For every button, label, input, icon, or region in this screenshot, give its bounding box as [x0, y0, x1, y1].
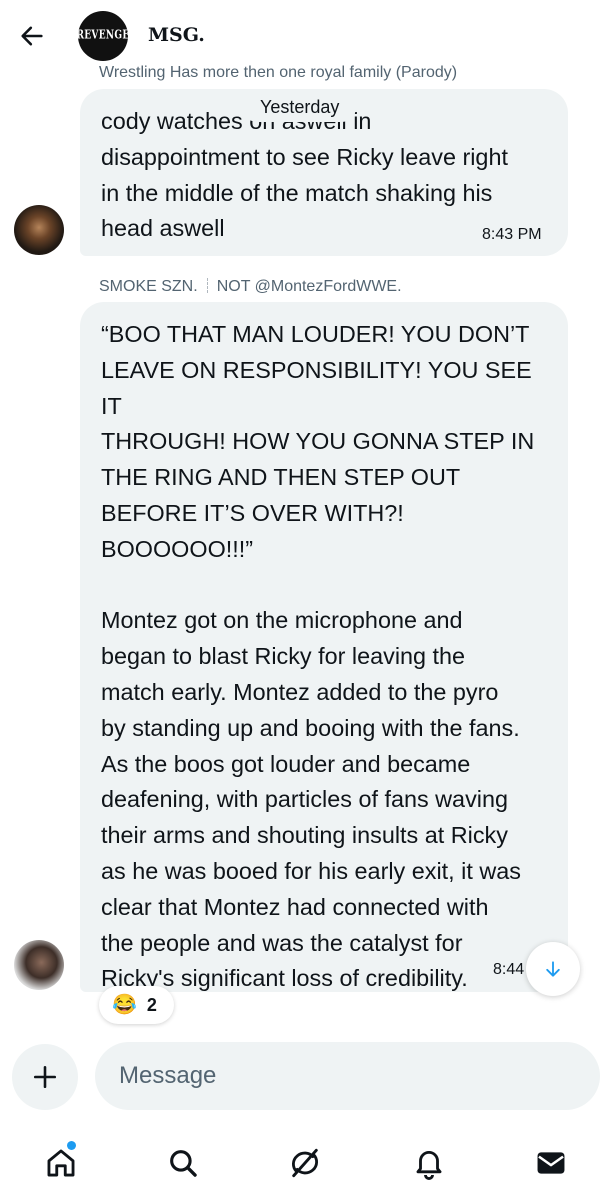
sender-display-name: SMOKE SZN.: [99, 278, 198, 295]
nav-messages[interactable]: [527, 1139, 575, 1187]
search-icon: [170, 1150, 197, 1177]
sender-separator: [206, 278, 208, 293]
message-sender[interactable]: Wrestling Has more then one royal family…: [99, 64, 457, 82]
group-avatar-logo: REVENGE: [78, 29, 128, 43]
bottom-navigation: [0, 1125, 613, 1199]
message-sender[interactable]: SMOKE SZN. NOT @MontezFordWWE.: [99, 278, 402, 296]
group-avatar[interactable]: REVENGE: [78, 11, 128, 61]
laughing-emoji-icon: 😂: [112, 994, 137, 1016]
add-media-button[interactable]: [12, 1044, 78, 1110]
message-timestamp: 8:44: [493, 961, 525, 978]
reaction-count: 2: [146, 994, 157, 1015]
nav-home[interactable]: [37, 1139, 85, 1187]
conversation-header: REVENGE MSG.: [0, 0, 613, 70]
notification-dot: [67, 1141, 76, 1150]
arrow-down-icon: [546, 961, 560, 977]
message-timestamp: 8:43 PM: [482, 226, 542, 243]
grok-icon: [291, 1148, 319, 1178]
nav-search[interactable]: [159, 1139, 207, 1187]
message-text: “BOO THAT MAN LOUDER! YOU DON’T LEAVE ON…: [101, 321, 535, 992]
home-icon: [47, 1149, 75, 1177]
arrow-left-icon: [21, 26, 43, 46]
scroll-to-bottom-button[interactable]: [526, 942, 580, 996]
message-bubble[interactable]: “BOO THAT MAN LOUDER! YOU DON’T LEAVE ON…: [80, 302, 568, 992]
plus-icon: [33, 1065, 57, 1089]
date-separator: Yesterday: [243, 93, 357, 122]
message-input[interactable]: [95, 1042, 600, 1110]
mail-icon: [537, 1152, 565, 1174]
sender-display-handle: NOT @MontezFordWWE.: [216, 278, 402, 295]
group-name[interactable]: MSG.: [148, 24, 205, 46]
sender-avatar[interactable]: [14, 940, 64, 990]
nav-grok[interactable]: [281, 1139, 329, 1187]
nav-notifications[interactable]: [405, 1139, 453, 1187]
reaction-pill[interactable]: 😂 2: [99, 986, 174, 1024]
back-button[interactable]: [14, 18, 50, 54]
sender-avatar[interactable]: [14, 205, 64, 255]
bell-icon: [416, 1151, 442, 1180]
